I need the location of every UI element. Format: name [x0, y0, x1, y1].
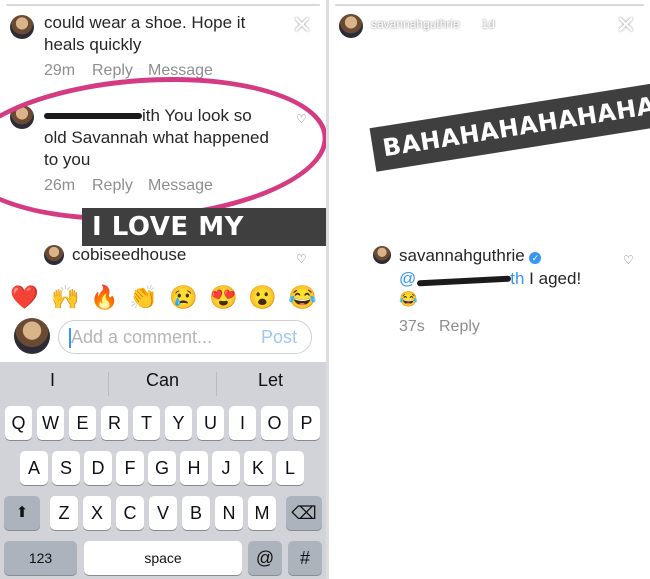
key-r[interactable]: R — [101, 406, 128, 440]
close-icon[interactable]: ✕ — [616, 14, 636, 38]
key-p[interactable]: P — [293, 406, 320, 440]
key-a[interactable]: A — [20, 451, 48, 485]
shift-key[interactable]: ⬆ — [4, 496, 40, 530]
key-s[interactable]: S — [52, 451, 80, 485]
right-story-header: savannahguthrie 1d ✕ — [329, 0, 650, 46]
at-key[interactable]: @ — [248, 541, 282, 575]
comment-text-line2: heals quickly — [44, 35, 142, 54]
comment-input[interactable]: Add a comment... Post — [58, 320, 312, 354]
key-w[interactable]: W — [37, 406, 64, 440]
reply-button[interactable]: Reply — [439, 318, 480, 336]
delete-key[interactable]: ⌫ — [286, 496, 322, 530]
right-story-panel: savannahguthrie 1d ✕ BAHAHAHAHAHAHA sava… — [329, 0, 650, 579]
story-progress-bar — [335, 4, 644, 6]
key-b[interactable]: B — [182, 496, 210, 530]
story-user-line: savannahguthrie 1d — [371, 17, 495, 31]
like-heart-icon[interactable]: ♡ — [296, 252, 307, 266]
reply-username[interactable]: savannahguthrie — [399, 246, 525, 265]
comment-time: 29m — [44, 62, 76, 79]
key-c[interactable]: C — [116, 496, 144, 530]
emoji-fire[interactable]: 🔥 — [90, 283, 119, 311]
space-key[interactable]: space — [84, 541, 242, 575]
key-v[interactable]: V — [149, 496, 177, 530]
key-m[interactable]: M — [248, 496, 276, 530]
emoji-tears-of-joy[interactable]: 😂 — [288, 283, 317, 311]
numbers-key[interactable]: 123 — [4, 541, 77, 575]
suggestion-divider — [216, 372, 217, 396]
post-button[interactable]: Post — [261, 327, 297, 348]
suggestion-3[interactable]: Let — [258, 370, 283, 391]
text-sticker: I LOVE MY FANS — [82, 208, 326, 280]
hash-key[interactable]: # — [288, 541, 322, 575]
comment-text-line1: could wear a shoe. Hope it — [44, 13, 246, 32]
mention-start[interactable]: @ — [399, 269, 416, 288]
key-q[interactable]: Q — [5, 406, 32, 440]
reply-text: I aged! — [524, 269, 582, 288]
left-story-panel: ✕ could wear a shoe. Hope it heals quick… — [0, 0, 326, 579]
comment-placeholder: Add a comment... — [71, 327, 213, 347]
reply-emoji: 😂 — [399, 291, 418, 308]
verified-badge-icon — [466, 20, 476, 29]
verified-badge-icon: ✓ — [529, 252, 542, 264]
key-f[interactable]: F — [116, 451, 144, 485]
key-t[interactable]: T — [133, 406, 160, 440]
story-progress-bar — [6, 4, 320, 6]
commenter-avatar[interactable] — [44, 245, 64, 265]
comment-username[interactable]: cobiseedhouse — [72, 244, 186, 266]
on-screen-keyboard: I Can Let Q W E R T Y U I O P A S D F G … — [0, 362, 326, 579]
emoji-heart-eyes[interactable]: 😍 — [209, 283, 238, 311]
avatar[interactable] — [10, 15, 34, 39]
emoji-clap[interactable]: 👏 — [129, 283, 158, 311]
suggestion-divider — [108, 372, 109, 396]
own-avatar — [14, 318, 50, 354]
emoji-raised-hands[interactable]: 🙌 — [51, 283, 80, 311]
key-d[interactable]: D — [84, 451, 112, 485]
key-l[interactable]: L — [276, 451, 304, 485]
text-sticker: BAHAHAHAHAHAHA — [369, 81, 650, 172]
key-o[interactable]: O — [261, 406, 288, 440]
story-age: 1d — [481, 17, 495, 31]
reply-button[interactable]: Reply — [92, 62, 133, 80]
suggestion-2[interactable]: Can — [146, 370, 179, 391]
key-y[interactable]: Y — [165, 406, 192, 440]
key-i[interactable]: I — [229, 406, 256, 440]
emoji-surprised[interactable]: 😮 — [248, 283, 277, 311]
emoji-cry[interactable]: 😢 — [169, 283, 198, 311]
reply-avatar[interactable] — [373, 246, 391, 264]
mention-tail[interactable]: th — [510, 269, 524, 288]
like-heart-icon[interactable]: ♡ — [623, 253, 634, 267]
emoji-quick-bar: ❤️ 🙌 🔥 👏 😢 😍 😮 😂 — [0, 283, 326, 313]
key-j[interactable]: J — [212, 451, 240, 485]
key-e[interactable]: E — [69, 406, 96, 440]
story-username[interactable]: savannahguthrie — [371, 17, 460, 31]
key-u[interactable]: U — [197, 406, 224, 440]
key-g[interactable]: G — [148, 451, 176, 485]
close-icon[interactable]: ✕ — [292, 14, 312, 38]
reply-time: 37s — [399, 318, 425, 335]
key-h[interactable]: H — [180, 451, 208, 485]
suggestion-1[interactable]: I — [50, 370, 55, 391]
emoji-heart[interactable]: ❤️ — [10, 283, 39, 311]
key-z[interactable]: Z — [50, 496, 78, 530]
key-k[interactable]: K — [244, 451, 272, 485]
reply-user-line: savannahguthrie ✓ — [399, 245, 542, 267]
avatar[interactable] — [339, 14, 363, 38]
key-n[interactable]: N — [215, 496, 243, 530]
key-x[interactable]: X — [83, 496, 111, 530]
